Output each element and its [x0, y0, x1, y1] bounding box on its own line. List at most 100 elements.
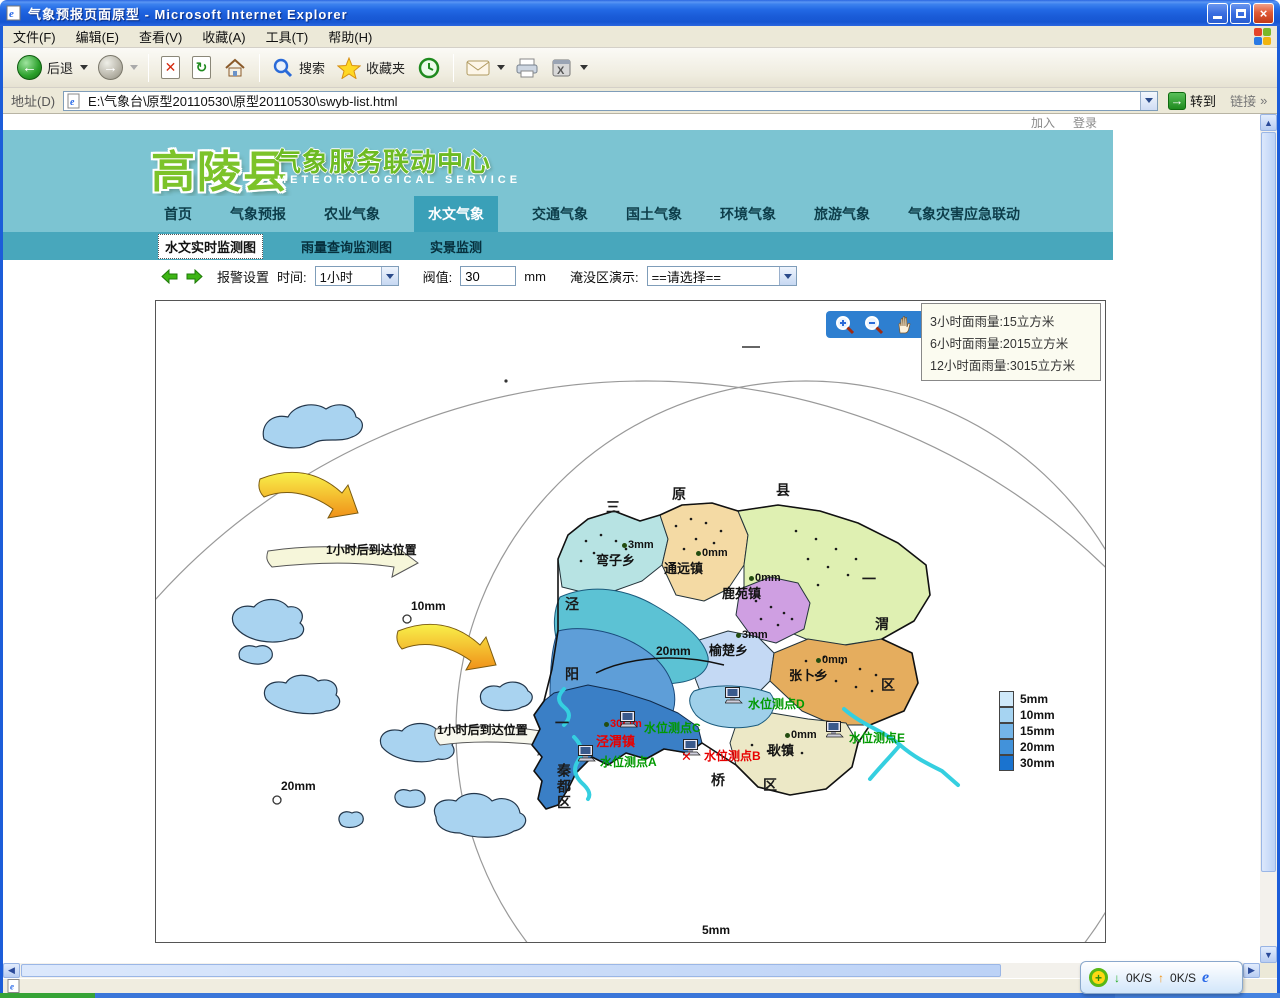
legend-label-10mm: 10mm [1020, 708, 1055, 722]
scroll-up-button[interactable]: ▲ [1260, 114, 1277, 131]
next-arrow-button[interactable] [186, 269, 203, 284]
nav-agriculture[interactable]: 农业气象 [320, 196, 384, 232]
threshold-input[interactable] [460, 266, 516, 286]
nav-home[interactable]: 首页 [160, 196, 196, 232]
station-e-label[interactable]: 水位测点E [849, 729, 905, 746]
network-monitor-widget[interactable]: + ↓ 0K/S ↑ 0K/S e [1080, 961, 1243, 994]
screen: e 气象预报页面原型 - Microsoft Internet Explorer… [0, 0, 1280, 998]
links-label: 链接 [1230, 91, 1256, 110]
history-button[interactable] [411, 53, 447, 83]
station-c-label[interactable]: 水位测点C [644, 719, 701, 736]
district-label-zhangbu: 张卜乡 [789, 665, 828, 684]
station-d-icon[interactable] [725, 687, 745, 704]
stop-button[interactable]: ✕ [155, 53, 186, 82]
prev-arrow-button[interactable] [161, 269, 178, 284]
nav-environment[interactable]: 环境气象 [716, 196, 780, 232]
refresh-button[interactable]: ↻ [186, 53, 217, 82]
station-d-label[interactable]: 水位测点D [748, 695, 805, 712]
station-b-label[interactable]: 水位测点B [704, 747, 761, 764]
river-branch [870, 745, 900, 779]
site-header: 高陵县 气象服务联动中心 METEOROLOGICAL SERVICE [3, 130, 1113, 196]
vertical-scrollbar[interactable]: ▲ ▼ [1260, 114, 1277, 963]
antivirus-360-icon[interactable]: + [1089, 968, 1108, 987]
zoom-in-icon[interactable] [835, 315, 855, 335]
nav-traffic[interactable]: 交通气象 [528, 196, 592, 232]
dash-label-right: 一 [862, 569, 876, 589]
neighbor-label-yang: 阳 [565, 664, 579, 684]
nav-tourism[interactable]: 旅游气象 [810, 196, 874, 232]
menu-file[interactable]: 文件(F) [3, 25, 66, 48]
search-icon [272, 57, 294, 79]
station-a-icon[interactable] [578, 745, 598, 762]
district-label-luyuan: 鹿苑镇 [722, 583, 761, 602]
info-line-6h: 6小时面雨量:2015立方米 [930, 333, 1092, 352]
back-dropdown-icon[interactable] [80, 65, 88, 70]
sub-nav: 水文实时监测图 雨量查询监测图 实景监测 [3, 232, 1113, 260]
address-dropdown-button[interactable] [1140, 92, 1157, 110]
contour-label-10mm: 10mm [411, 599, 446, 613]
rain-cloud-shapes [232, 405, 532, 837]
nav-disaster-response[interactable]: 气象灾害应急联动 [904, 196, 1024, 232]
mail-button[interactable] [460, 56, 496, 80]
time-select-value: 1小时 [320, 267, 353, 286]
legend-swatch-20mm [999, 739, 1014, 755]
address-label: 地址(D) [3, 91, 63, 110]
horizontal-scroll-thumb[interactable] [21, 964, 1001, 977]
menu-view[interactable]: 查看(V) [129, 25, 192, 48]
minimize-button[interactable] [1207, 3, 1228, 24]
refresh-icon: ↻ [192, 56, 211, 79]
station-a-label[interactable]: 水位测点A [600, 753, 657, 770]
scroll-right-button[interactable]: ▶ [1243, 963, 1260, 978]
links-chevron-icon: » [1260, 93, 1267, 108]
vertical-scroll-thumb[interactable] [1261, 132, 1276, 872]
dot-mark [504, 379, 507, 382]
forward-button[interactable]: → [92, 52, 129, 83]
back-button[interactable]: ← 后退 [11, 52, 79, 83]
tab-rainfall-query-map[interactable]: 雨量查询监测图 [301, 237, 392, 256]
zoom-out-icon[interactable] [864, 315, 884, 335]
time-select[interactable]: 1小时 [315, 266, 399, 286]
menu-favorites[interactable]: 收藏(A) [192, 25, 255, 48]
edit-dropdown-icon[interactable] [580, 65, 588, 70]
nav-hydrology[interactable]: 水文气象 [414, 196, 498, 232]
edit-button[interactable]: X [545, 55, 579, 81]
address-bar: 地址(D) e → 转到 链接 » [3, 88, 1277, 114]
login-link[interactable]: 登录 [1073, 114, 1097, 130]
station-e-icon[interactable] [826, 721, 846, 738]
tab-live-view[interactable]: 实景监测 [430, 237, 482, 256]
pan-hand-icon[interactable] [894, 315, 914, 335]
alarm-settings-label: 报警设置 [217, 267, 269, 286]
tab-realtime-monitor-map[interactable]: 水文实时监测图 [158, 234, 263, 259]
nav-weather-forecast[interactable]: 气象预报 [226, 196, 290, 232]
favorites-button[interactable]: 收藏夹 [331, 54, 411, 82]
ie-tray-icon[interactable]: e [1202, 969, 1209, 987]
hydrology-map[interactable]: 3小时面雨量:15立方米 6小时面雨量:2015立方米 12小时面雨量:3015… [155, 300, 1106, 943]
home-button[interactable] [217, 53, 253, 83]
close-button[interactable]: × [1253, 3, 1274, 24]
river-wei [844, 709, 958, 785]
forward-dropdown-icon[interactable] [130, 65, 138, 70]
nav-land[interactable]: 国土气象 [622, 196, 686, 232]
links-area[interactable]: 链接 » [1230, 91, 1267, 110]
maximize-button[interactable] [1230, 3, 1251, 24]
status-page-icon: e [7, 979, 21, 993]
station-c-icon[interactable] [620, 711, 640, 728]
join-link[interactable]: 加入 [1031, 114, 1055, 130]
mail-dropdown-icon[interactable] [497, 65, 505, 70]
home-icon [223, 56, 247, 80]
scroll-left-button[interactable]: ◀ [3, 963, 20, 978]
info-line-3h: 3小时面雨量:15立方米 [930, 311, 1092, 330]
address-url-input[interactable] [84, 93, 1140, 108]
menu-edit[interactable]: 编辑(E) [66, 25, 129, 48]
print-button[interactable] [509, 55, 545, 81]
start-button[interactable] [0, 993, 95, 998]
legend-swatch-5mm [999, 691, 1014, 707]
go-button[interactable]: → 转到 [1168, 91, 1216, 110]
horizontal-scrollbar[interactable]: ◀ ▶ [3, 963, 1260, 978]
menu-tools[interactable]: 工具(T) [256, 25, 319, 48]
menu-help[interactable]: 帮助(H) [318, 25, 382, 48]
flood-demo-select[interactable]: ==请选择== [647, 266, 797, 286]
scroll-down-button[interactable]: ▼ [1260, 946, 1277, 963]
neighbor-label-qu-bottom: 区 [763, 775, 777, 795]
search-button[interactable]: 搜索 [266, 54, 331, 82]
